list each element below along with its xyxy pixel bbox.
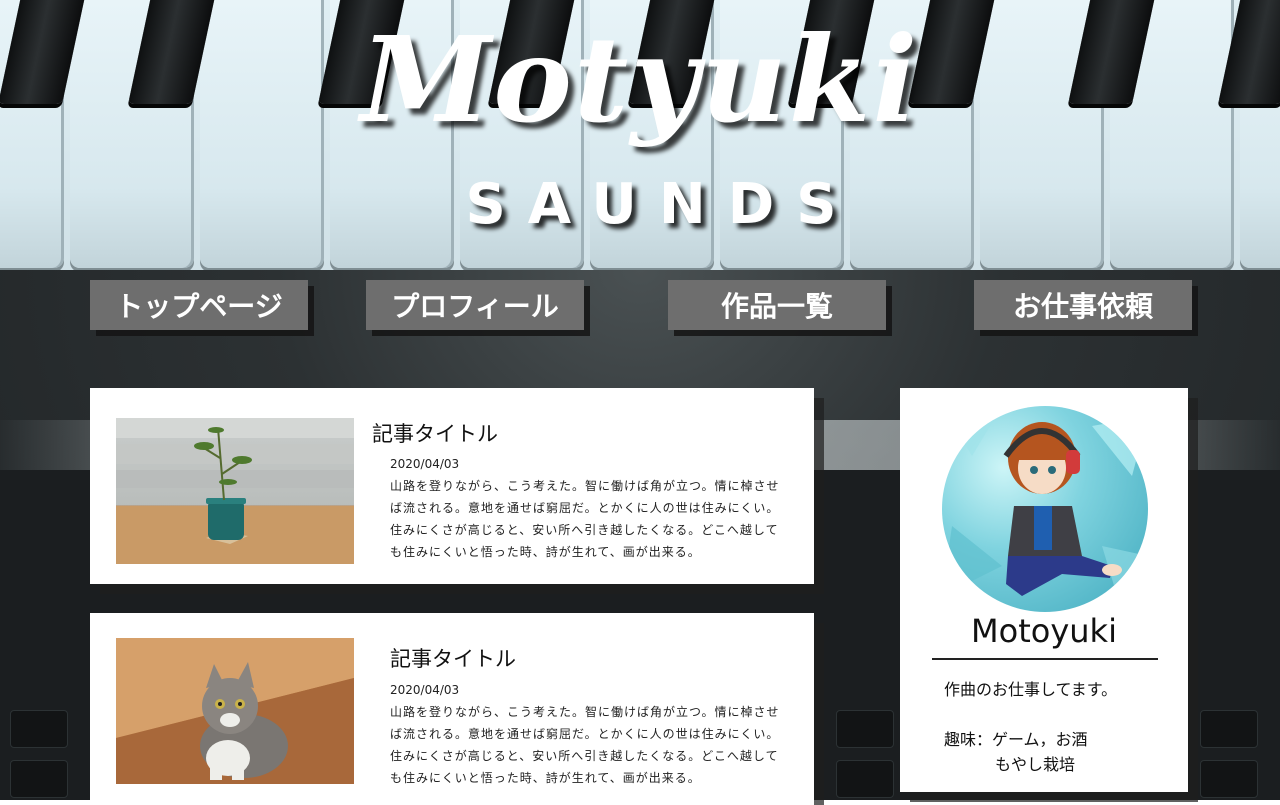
article-excerpt: 山路を登りながら、こう考えた。智に働けば角が立つ。情に棹させば流される。意地を通… xyxy=(390,479,780,559)
article-title[interactable]: 記事タイトル xyxy=(390,643,516,673)
article-card[interactable]: 記事タイトル 2020/04/03 山路を登りながら、こう考えた。智に働けば角が… xyxy=(90,388,814,584)
nav-works[interactable]: 作品一覧 xyxy=(668,280,886,330)
article-card[interactable]: 記事タイトル 2020/04/03 山路を登りながら、こう考えた。智に働けば角が… xyxy=(90,613,814,805)
site-logo-title[interactable]: Motyuki xyxy=(0,10,1280,149)
article-thumbnail-cat[interactable] xyxy=(116,638,354,784)
article-date: 2020/04/03 xyxy=(390,683,460,697)
profile-name: Motoyuki xyxy=(971,612,1117,650)
article-excerpt: 山路を登りながら、こう考えた。智に働けば角が立つ。情に棹させば流される。意地を通… xyxy=(390,705,780,785)
profile-card: Motoyuki 作曲のお仕事してます。 趣味：ゲーム，お酒 もやし栽培 xyxy=(900,388,1188,792)
article-thumbnail-plant[interactable] xyxy=(116,418,354,564)
nav-work-request[interactable]: お仕事依頼 xyxy=(974,280,1192,330)
article-title[interactable]: 記事タイトル xyxy=(372,418,498,448)
profile-avatar[interactable] xyxy=(942,406,1148,612)
profile-description: 作曲のお仕事してます。 xyxy=(944,680,1118,699)
profile-divider xyxy=(932,658,1158,660)
nav-profile[interactable]: プロフィール xyxy=(366,280,584,330)
site-logo-subtitle: SAUNDS xyxy=(465,172,859,237)
profile-hobby-continued: もやし栽培 xyxy=(995,755,1076,774)
nav-top-page[interactable]: トップページ xyxy=(90,280,308,330)
article-date: 2020/04/03 xyxy=(390,457,460,471)
profile-hobby: 趣味：ゲーム，お酒 xyxy=(944,730,1088,749)
